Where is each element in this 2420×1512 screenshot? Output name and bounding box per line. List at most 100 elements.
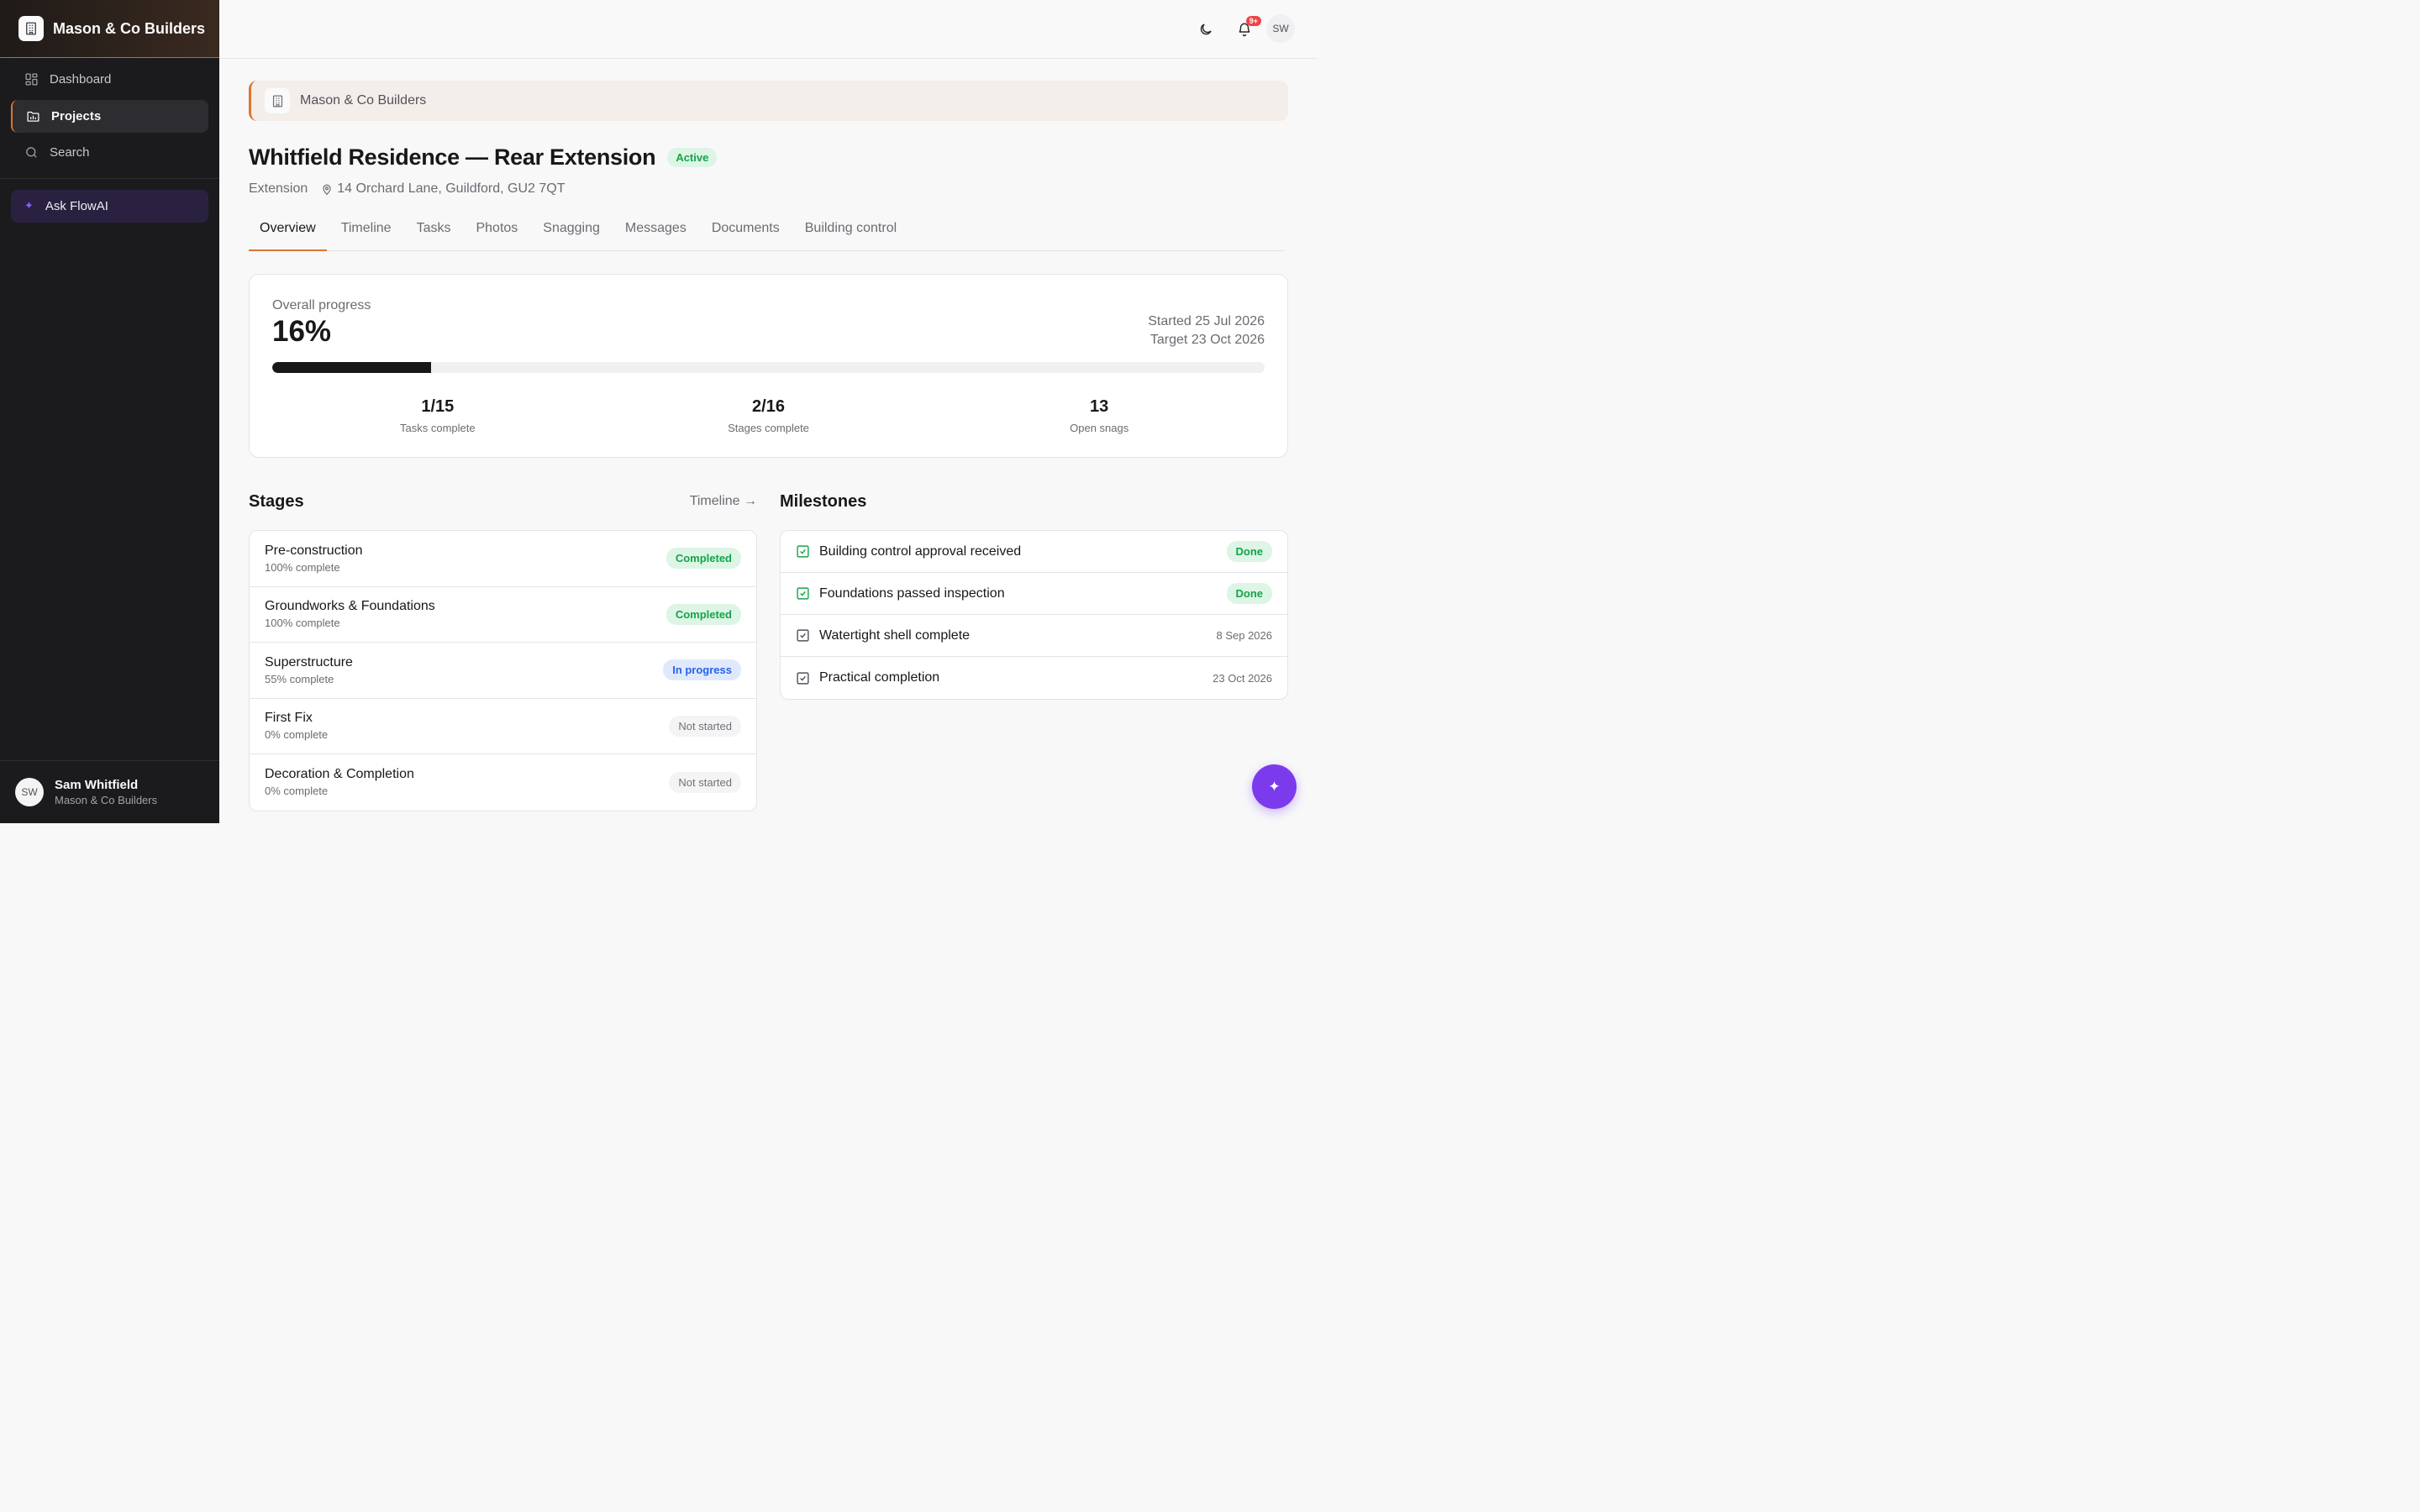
milestone-name: Watertight shell complete [819, 627, 971, 643]
folder-chart-icon [25, 108, 40, 123]
progress-card: Overall progress 16% Started 25 Jul 2026… [249, 274, 1288, 458]
target-date: Target 23 Oct 2026 [1150, 333, 1265, 347]
stage-name: Pre-construction [265, 543, 363, 558]
notification-badge: 9+ [1245, 16, 1261, 26]
list-item[interactable]: First Fix 0% complete Not started [250, 699, 756, 754]
status-badge: Not started [669, 715, 741, 737]
milestone-name: Foundations passed inspection [819, 585, 1005, 601]
sidebar-item-label: Dashboard [50, 72, 112, 87]
project-type: Extension [249, 181, 308, 196]
tab-tasks[interactable]: Tasks [406, 219, 462, 251]
sidebar-item-label: Search [50, 145, 90, 160]
stage-name: Superstructure [265, 654, 353, 669]
sidebar-item-projects[interactable]: Projects [11, 99, 208, 133]
project-address: 14 Orchard Lane, Guildford, GU2 7QT [337, 181, 566, 196]
tab-documents[interactable]: Documents [701, 219, 791, 251]
tab-photos[interactable]: Photos [465, 219, 529, 251]
status-badge: Not started [669, 771, 741, 793]
ask-flowai-button[interactable]: ✦ Ask FlowAI [11, 189, 208, 223]
start-date: Started 25 Jul 2026 [1148, 314, 1265, 328]
progress-bar [272, 362, 1265, 373]
milestone-date: 23 Oct 2026 [1213, 671, 1272, 685]
milestone-name: Practical completion [819, 670, 940, 685]
milestones-title: Milestones [780, 491, 867, 511]
tab-snagging[interactable]: Snagging [532, 219, 611, 251]
progress-stats: 1/15 Tasks complete 2/16 Stages complete… [272, 397, 1265, 434]
user-profile[interactable]: SW Sam Whitfield Mason & Co Builders [0, 760, 219, 823]
progress-bar-fill [272, 362, 431, 373]
list-item[interactable]: Building control approval received Done [781, 531, 1287, 573]
tab-building-control[interactable]: Building control [794, 219, 908, 251]
stage-name: Decoration & Completion [265, 767, 414, 782]
user-org: Mason & Co Builders [55, 794, 158, 806]
tab-timeline[interactable]: Timeline [330, 219, 402, 251]
milestone-name: Building control approval received [819, 543, 1022, 559]
checkbox-checked-icon[interactable] [796, 544, 810, 559]
brand-header[interactable]: Mason & Co Builders [0, 0, 219, 58]
status-badge: In progress [663, 659, 741, 681]
ask-flowai-label: Ask FlowAI [45, 198, 108, 213]
stage-percent: 0% complete [265, 785, 329, 798]
status-badge: Completed [666, 548, 741, 570]
status-badge: Active [667, 148, 718, 167]
list-item[interactable]: Pre-construction 100% complete Completed [250, 531, 756, 587]
progress-value: 16% [272, 315, 332, 348]
avatar: SW [15, 778, 44, 806]
stat-label: Tasks complete [400, 422, 476, 434]
timeline-link[interactable]: Timeline → [690, 494, 757, 509]
list-item[interactable]: Groundworks & Foundations 100% complete C… [250, 587, 756, 643]
stat-label: Stages complete [728, 422, 809, 434]
sidebar-nav: Dashboard Projects Search [0, 58, 219, 179]
list-item[interactable]: Decoration & Completion 0% complete Not s… [250, 754, 756, 811]
status-badge: Done [1226, 583, 1272, 604]
sparkle-icon: ✦ [1268, 778, 1281, 795]
stat-value: 2/16 [752, 397, 785, 416]
stat-value: 13 [1090, 397, 1109, 416]
stat-snags: 13 Open snags [934, 397, 1265, 434]
list-item[interactable]: Superstructure 55% complete In progress [250, 643, 756, 699]
org-banner: Mason & Co Builders [249, 81, 1288, 121]
tab-messages[interactable]: Messages [614, 219, 697, 251]
tab-overview[interactable]: Overview [249, 219, 327, 251]
sidebar-item-label: Projects [51, 108, 102, 123]
sidebar-item-search[interactable]: Search [11, 136, 208, 169]
stat-tasks: 1/15 Tasks complete [272, 397, 603, 434]
stage-percent: 100% complete [265, 617, 340, 630]
progress-label: Overall progress [272, 298, 371, 312]
stages-list: Pre-construction 100% complete Completed … [249, 530, 757, 811]
list-item[interactable]: Foundations passed inspection Done [781, 573, 1287, 615]
checkbox-checked-icon[interactable] [796, 586, 810, 601]
building-icon [265, 88, 290, 113]
stat-label: Open snags [1070, 422, 1129, 434]
org-banner-name: Mason & Co Builders [300, 93, 427, 108]
page-title: Whitfield Residence — Rear Extension [249, 144, 656, 170]
stages-title: Stages [249, 491, 304, 511]
milestones-section: Milestones Building control approval rec… [780, 489, 1288, 811]
list-item[interactable]: Watertight shell complete 8 Sep 2026 [781, 615, 1287, 657]
moon-icon[interactable] [1195, 18, 1217, 40]
project-dates: Started 25 Jul 2026 Target 23 Oct 2026 [1148, 312, 1265, 349]
stage-name: Groundworks & Foundations [265, 599, 435, 614]
stage-percent: 100% complete [265, 560, 340, 574]
brand-name: Mason & Co Builders [53, 19, 206, 37]
main-content: Mason & Co Builders Whitfield Residence … [249, 81, 1288, 811]
topbar: 9+ SW [219, 0, 1318, 59]
stat-stages: 2/16 Stages complete [603, 397, 934, 434]
stage-name: First Fix [265, 711, 313, 726]
ai-assistant-fab[interactable]: ✦ [1252, 764, 1297, 809]
stage-percent: 55% complete [265, 672, 334, 685]
stat-value: 1/15 [421, 397, 455, 416]
sidebar-item-dashboard[interactable]: Dashboard [11, 63, 208, 96]
avatar[interactable]: SW [1266, 14, 1295, 43]
list-item[interactable]: Practical completion 23 Oct 2026 [781, 657, 1287, 699]
bell-icon[interactable]: 9+ [1234, 16, 1261, 40]
milestone-date: 8 Sep 2026 [1216, 629, 1272, 642]
checkbox-icon[interactable] [796, 628, 810, 643]
status-badge: Completed [666, 603, 741, 625]
milestones-list: Building control approval received Done … [780, 530, 1288, 700]
location-pin-icon [321, 183, 333, 196]
building-icon [18, 16, 44, 41]
dashboard-icon [24, 72, 39, 87]
checkbox-icon[interactable] [796, 671, 810, 685]
sparkle-icon: ✦ [24, 199, 34, 212]
